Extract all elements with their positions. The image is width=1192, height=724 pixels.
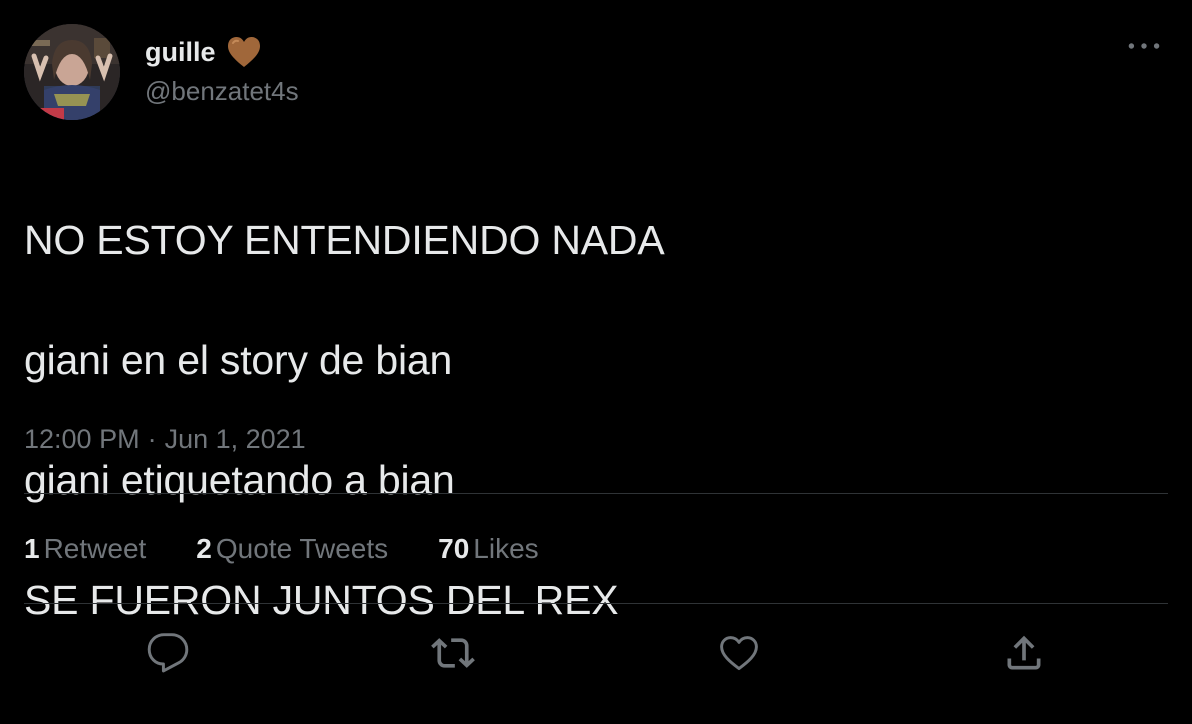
retweet-icon bbox=[431, 638, 475, 668]
quote-tweets-count: 2 bbox=[196, 533, 212, 564]
likes-stat[interactable]: 70 Likes bbox=[438, 533, 539, 565]
display-name-row: guille bbox=[145, 30, 299, 74]
retweets-count: 1 bbox=[24, 533, 40, 564]
avatar[interactable] bbox=[24, 24, 120, 120]
reply-button[interactable] bbox=[143, 628, 193, 678]
retweet-button[interactable] bbox=[428, 628, 478, 678]
divider bbox=[24, 493, 1168, 494]
tweet-text: NO ESTOY ENTENDIENDO NADA giani en el st… bbox=[24, 150, 665, 690]
quote-tweets-label: Quote Tweets bbox=[215, 533, 389, 564]
handle[interactable]: @benzatet4s bbox=[145, 76, 299, 107]
author-block: guille @benzatet4s bbox=[145, 30, 299, 107]
likes-count: 70 bbox=[438, 533, 470, 564]
tweet-date: Jun 1, 2021 bbox=[164, 424, 306, 454]
like-button[interactable] bbox=[714, 628, 764, 678]
quote-tweets-stat[interactable]: 2 Quote Tweets bbox=[196, 533, 388, 565]
retweets-stat[interactable]: 1 Retweet bbox=[24, 533, 146, 565]
action-bar bbox=[0, 628, 1192, 678]
more-icon bbox=[1128, 43, 1160, 49]
retweets-label: Retweet bbox=[43, 533, 147, 564]
timestamp[interactable]: 12:00 PM · Jun 1, 2021 bbox=[24, 424, 306, 455]
timestamp-separator: · bbox=[147, 424, 157, 454]
tweet-text-line: SE FUERON JUNTOS DEL REX bbox=[24, 577, 619, 623]
brown-heart-icon bbox=[226, 35, 262, 69]
avatar-image bbox=[24, 24, 120, 120]
divider bbox=[24, 603, 1168, 604]
tweet-time: 12:00 PM bbox=[24, 424, 140, 454]
display-name[interactable]: guille bbox=[145, 37, 216, 68]
likes-label: Likes bbox=[473, 533, 539, 564]
tweet-detail: guille @benzatet4s NO ESTOY ENTENDIENDO … bbox=[0, 0, 1192, 724]
engagement-stats: 1 Retweet 2 Quote Tweets 70 Likes bbox=[24, 533, 589, 565]
like-icon bbox=[720, 636, 758, 671]
tweet-text-line: NO ESTOY ENTENDIENDO NADA bbox=[24, 217, 665, 263]
tweet-text-line: giani etiquetando a bian bbox=[24, 457, 455, 503]
share-button[interactable] bbox=[999, 628, 1049, 678]
more-options-button[interactable] bbox=[1124, 26, 1164, 66]
tweet-text-line: giani en el story de bian bbox=[24, 337, 453, 383]
share-icon bbox=[1007, 635, 1041, 670]
reply-icon bbox=[147, 633, 189, 673]
